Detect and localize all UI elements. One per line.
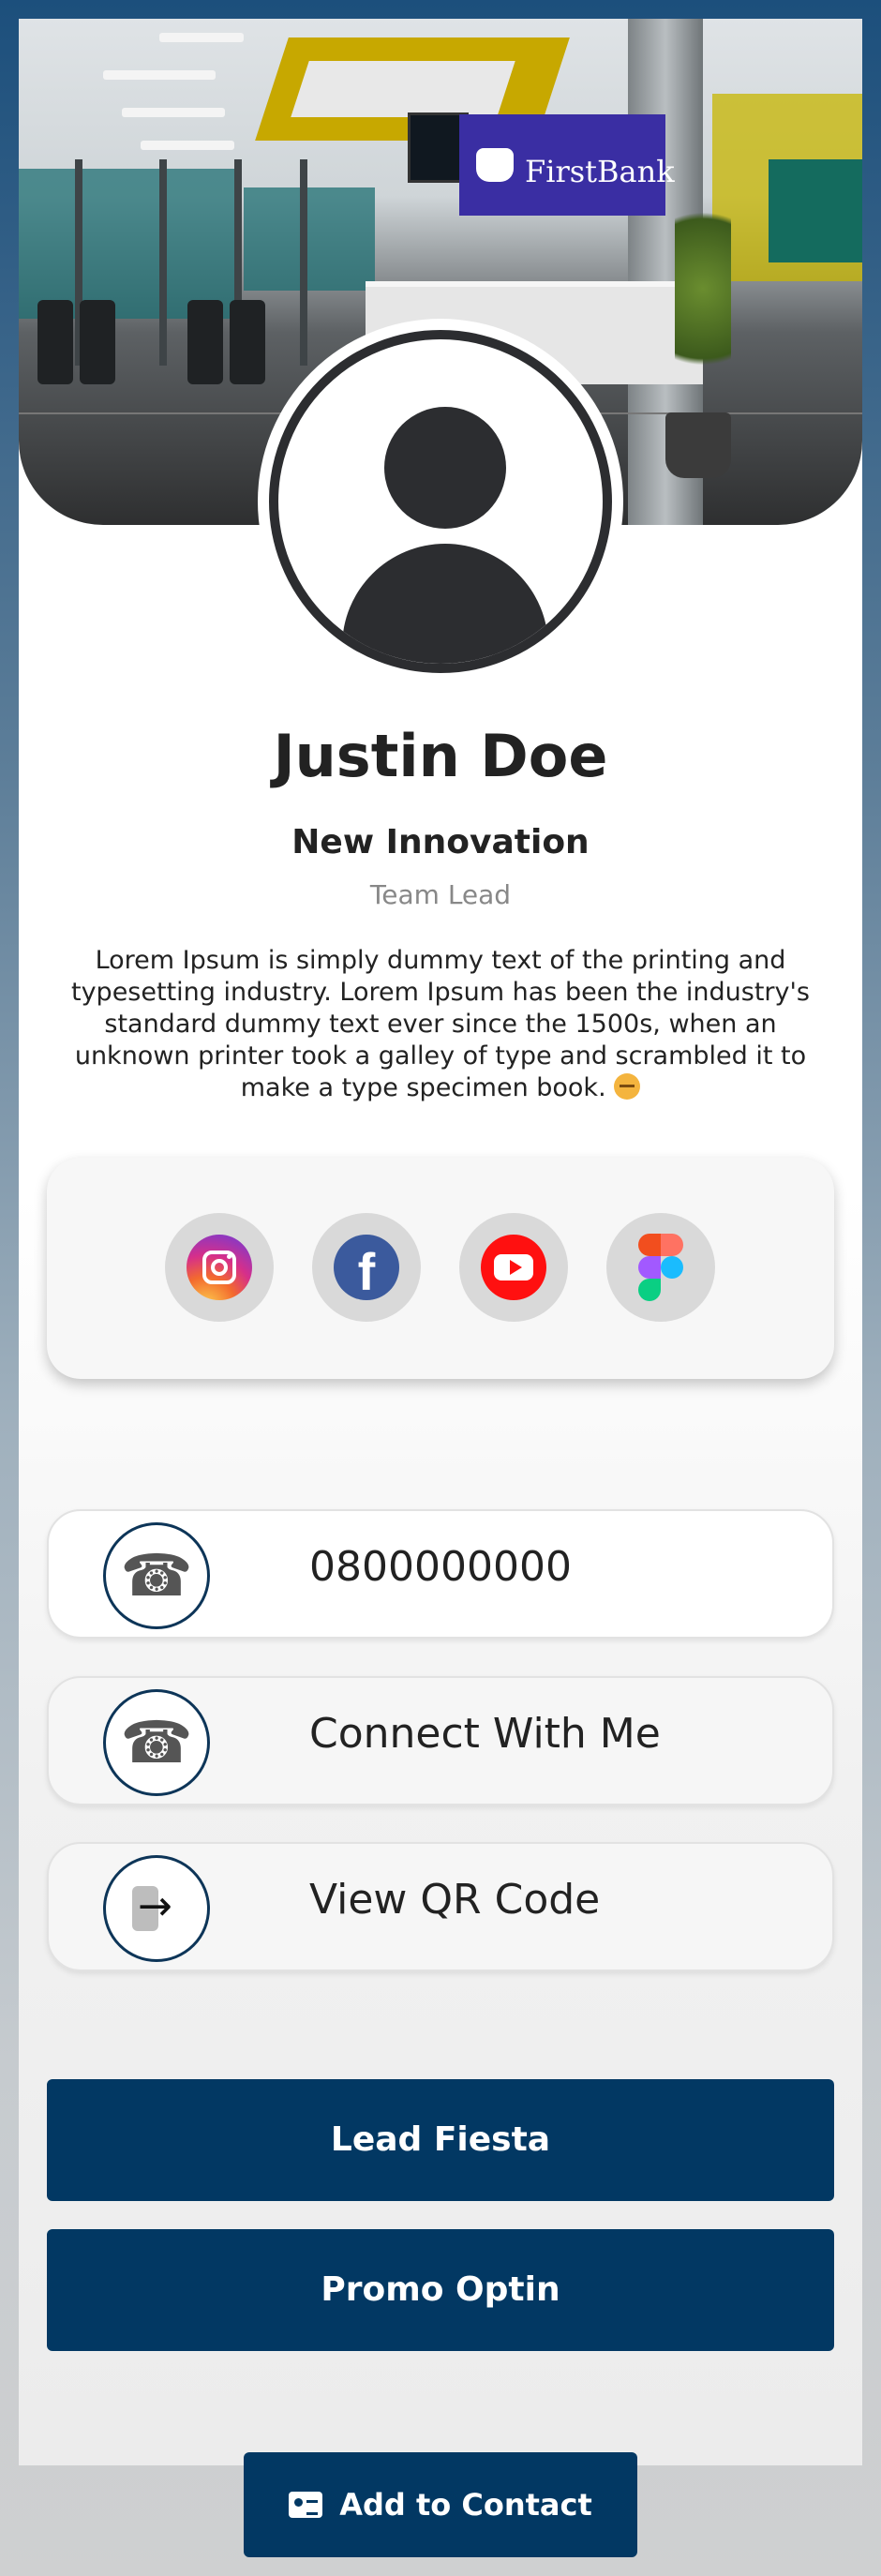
social-figma-button[interactable] <box>606 1213 715 1322</box>
cover-ceiling-light <box>159 33 244 42</box>
add-to-contact-label: Add to Contact <box>339 2487 592 2523</box>
promo-optin-button[interactable]: Promo Optin <box>47 2229 834 2351</box>
cover-chair <box>187 300 223 384</box>
contact-phone-row[interactable]: ☎ 0800000000 <box>47 1509 834 1639</box>
cover-plant <box>675 206 731 412</box>
phone-icon-circle: ☎ <box>103 1522 210 1629</box>
contact-connect-row[interactable]: ☎ Connect With Me <box>47 1676 834 1805</box>
social-instagram-button[interactable] <box>165 1213 274 1322</box>
qr-code-icon: → <box>128 1882 185 1935</box>
instagram-icon <box>187 1235 252 1300</box>
cover-plant-pot <box>665 412 731 478</box>
phone-icon: ☎ <box>120 1541 193 1610</box>
cover-ceiling-light <box>103 70 216 80</box>
qr-code-icon-circle: → <box>103 1855 210 1962</box>
cover-ceiling-light <box>122 108 225 117</box>
cover-chair <box>230 300 265 384</box>
avatar-head <box>384 407 506 529</box>
facebook-icon: f <box>334 1235 399 1300</box>
youtube-icon <box>481 1235 546 1300</box>
profile-role: Team Lead <box>369 879 512 910</box>
social-youtube-button[interactable] <box>459 1213 568 1322</box>
cover-chair <box>80 300 115 384</box>
social-facebook-button[interactable]: f <box>312 1213 421 1322</box>
figma-icon <box>638 1234 683 1301</box>
cover-bank-sign: FirstBank <box>459 114 675 216</box>
profile-name: Justin Doe <box>273 722 608 790</box>
cover-window-frame <box>159 159 167 366</box>
contact-phone-label: 0800000000 <box>309 1543 572 1591</box>
phone-icon: ☎ <box>120 1708 193 1776</box>
cover-green-wall <box>769 159 862 262</box>
cover-window <box>19 169 234 319</box>
avatar <box>269 330 612 673</box>
contact-card-icon <box>289 2492 323 2518</box>
avatar-body <box>342 544 548 664</box>
cover-window-frame <box>300 159 307 366</box>
cover-ceiling-panel-inner <box>291 61 515 117</box>
profile-bio-text: Lorem Ipsum is simply dummy text of the … <box>70 946 810 1102</box>
profile-company: New Innovation <box>291 823 590 861</box>
lead-fiesta-button[interactable]: Lead Fiesta <box>47 2079 834 2201</box>
cover-bank-sign-text: FirstBank <box>525 154 675 189</box>
profile-card: FirstBank Justin Doe New Innovation Team… <box>19 19 862 2465</box>
emoji-icon <box>614 1073 641 1100</box>
contact-qr-row[interactable]: → View QR Code <box>47 1842 834 1971</box>
cover-bank-logo-icon <box>476 148 514 182</box>
cover-ceiling-light <box>141 141 234 150</box>
add-to-contact-button[interactable]: Add to Contact <box>244 2452 637 2557</box>
social-links: f <box>47 1158 834 1379</box>
contact-connect-label: Connect With Me <box>309 1710 661 1758</box>
profile-bio: Lorem Ipsum is simply dummy text of the … <box>56 945 825 1104</box>
contact-qr-label: View QR Code <box>309 1876 601 1924</box>
cover-chair <box>37 300 73 384</box>
cover-window <box>244 187 375 291</box>
phone-icon-circle: ☎ <box>103 1689 210 1796</box>
